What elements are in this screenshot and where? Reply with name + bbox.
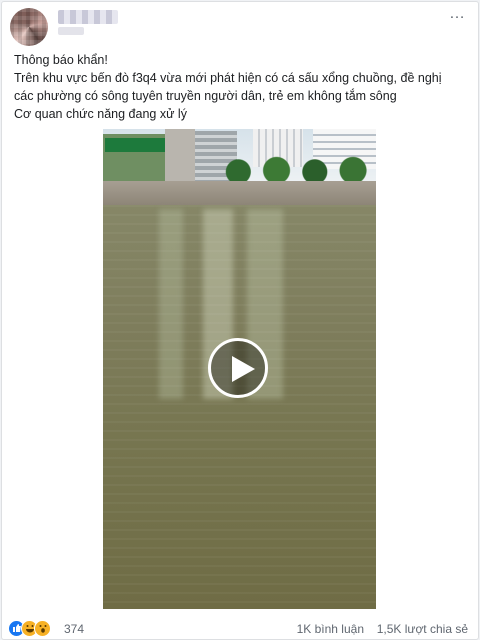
video-riverbank: [103, 181, 376, 205]
video-trees: [223, 155, 376, 183]
wow-icon: [34, 620, 51, 637]
post-line-3: các phường có sông tuyên truyền người dâ…: [14, 89, 397, 103]
shares-count-link[interactable]: 1,5K lượt chia sẻ: [377, 622, 468, 636]
post-header: …: [2, 2, 478, 48]
post-timestamp-blurred: [58, 27, 84, 35]
comments-count-link[interactable]: 1K bình luận: [297, 622, 364, 636]
reaction-icons[interactable]: [8, 620, 68, 638]
author-name-blurred[interactable]: [58, 10, 118, 24]
video-store-sign: [105, 138, 165, 152]
play-icon: [232, 356, 255, 382]
video-ripples: [103, 205, 376, 609]
play-button[interactable]: [208, 338, 268, 398]
post-line-1: Thông báo khẩn!: [14, 53, 108, 67]
post-line-4: Cơ quan chức năng đang xử lý: [14, 107, 187, 121]
post-line-2: Trên khu vực bến đò f3q4 vừa mới phát hi…: [14, 71, 442, 85]
reaction-count[interactable]: 374: [64, 622, 84, 636]
video-building: [165, 129, 195, 184]
post-text: Thông báo khẩn! Trên khu vực bến đò f3q4…: [14, 51, 470, 123]
more-options-button[interactable]: …: [449, 6, 466, 22]
facebook-post: … Thông báo khẩn! Trên khu vực bến đò f3…: [1, 1, 479, 640]
post-footer: 374 1K bình luận 1,5K lượt chia sẻ: [2, 610, 478, 639]
avatar[interactable]: [10, 8, 48, 46]
